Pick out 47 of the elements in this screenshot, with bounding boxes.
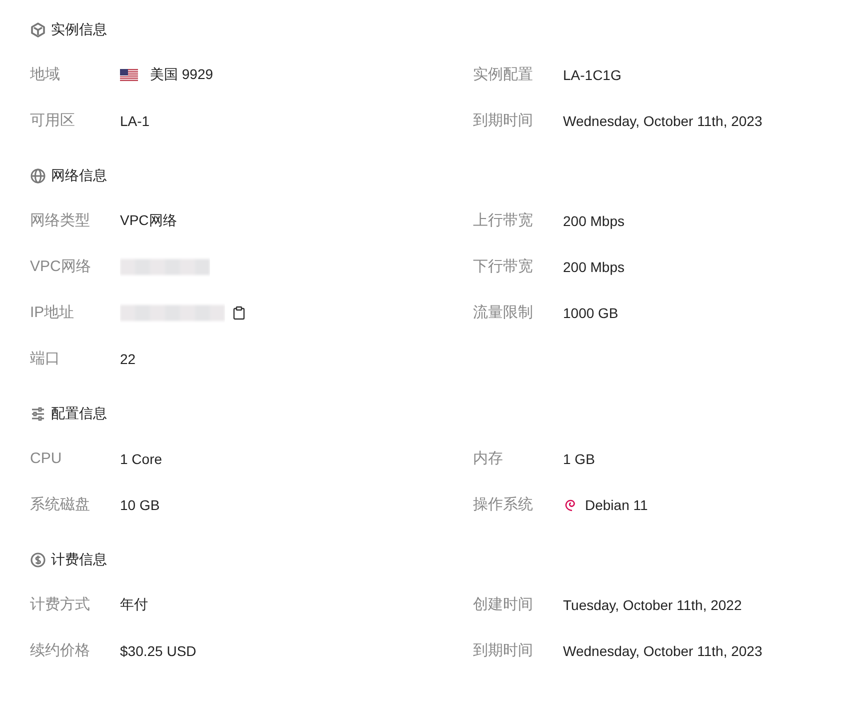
field-value: LA-1C1G [563,67,622,83]
cube-icon [30,22,46,38]
field-label: 系统磁盘 [30,495,91,515]
field-label: 内存 [473,449,504,469]
field-value: Debian 11 [585,497,648,513]
sliders-icon [30,406,46,422]
dollar-icon [30,552,46,568]
field-label: VPC网络 [30,257,92,277]
field-value: 22 [120,351,136,367]
field-label: 操作系统 [473,495,534,515]
field-label: CPU [30,449,63,469]
field-label: 下行带宽 [473,257,534,277]
field-label: IP地址 [30,303,76,323]
field-value: 200 Mbps [563,213,624,229]
field-value: $30.25 USD [120,643,196,659]
field-label: 创建时间 [473,595,534,615]
field-value: Wednesday, October 11th, 2023 [563,113,762,129]
section-title: 配置信息 [51,405,107,423]
field-label: 续约价格 [30,641,91,661]
field-label: 到期时间 [473,111,534,131]
field-label: 到期时间 [473,641,534,661]
field-label: 可用区 [30,111,76,131]
field-label: 实例配置 [473,65,534,85]
field-label: 流量限制 [473,303,534,323]
field-value: LA-1 [120,113,150,129]
field-label: 计费方式 [30,595,91,615]
swirl-icon [563,497,577,513]
field-value: Tuesday, October 11th, 2022 [563,597,742,613]
flag-icon [120,69,138,81]
field-value: 美国 9929 [150,66,214,84]
field-value: Wednesday, October 11th, 2023 [563,643,762,659]
section-title: 网络信息 [51,167,107,185]
field-label: 端口 [30,349,61,369]
field-value: 1 GB [563,451,595,467]
field-label: 上行带宽 [473,211,534,231]
field-value: 200 Mbps [563,259,624,275]
field-value: 1 Core [120,451,162,467]
field-label: 网络类型 [30,211,91,231]
field-value: 1000 GB [563,305,618,321]
globe-icon [30,168,46,184]
field-value: 年付 [120,596,148,614]
section-title: 计费信息 [51,551,107,569]
field-value: 10 GB [120,497,160,513]
section-title: 实例信息 [51,21,107,39]
clipboard-icon[interactable] [233,306,245,320]
field-label: 地域 [30,65,61,85]
field-value: VPC网络 [120,212,177,230]
